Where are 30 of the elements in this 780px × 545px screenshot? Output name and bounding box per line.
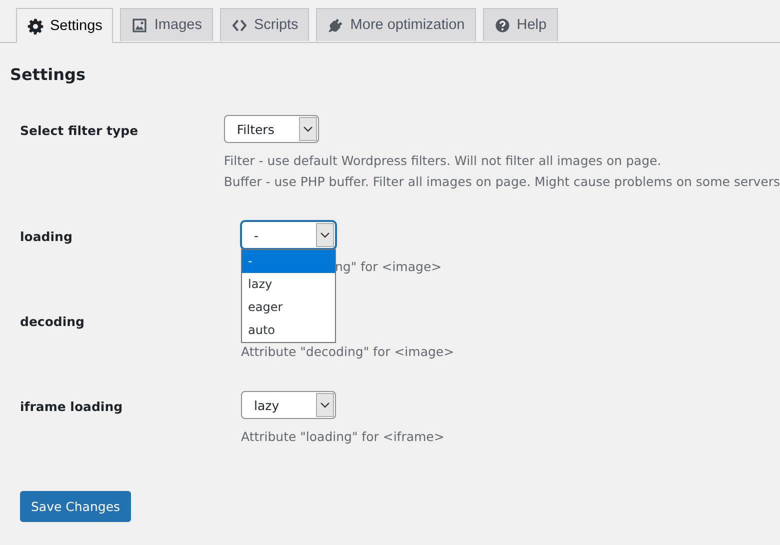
dropdown-option[interactable]: auto [242,319,335,342]
tab[interactable]: Scripts [220,8,310,41]
chevron-down-icon [316,393,334,417]
field-description: Buffer - use PHP buffer. Filter all images on page. Might cause problems on some servers [224,174,780,189]
tab[interactable]: Images [120,8,213,41]
field-description: ng" for <image> [335,259,442,274]
image-icon [131,16,148,34]
field-label: decoding [20,314,85,329]
select-field[interactable]: lazy [241,391,336,419]
select-field[interactable]: Filters [224,115,319,143]
dropdown-option[interactable]: eager [242,296,335,319]
gear-icon [27,18,44,34]
chevron-down-icon [316,223,334,247]
field-label: iframe loading [20,399,123,414]
tab[interactable]: Settings [16,8,114,43]
help-icon [494,16,511,34]
select-field[interactable]: - [241,221,336,249]
field-description: Filter - use default Wordpress filters. Will not filter all images on page. [224,153,662,168]
tab[interactable]: Help [482,8,558,41]
dropdown-option[interactable]: - [242,250,335,273]
tab[interactable]: More optimization [316,8,476,41]
chevron-down-icon [298,117,317,141]
field-description: Attribute "decoding" for <image> [241,344,456,359]
field-description: Attribute "loading" for <iframe> [241,429,446,444]
save-changes-button[interactable]: Save Changes [20,491,132,522]
field-label: Select filter type [20,123,138,138]
page-heading: Settings [10,65,87,85]
dropdown-option[interactable]: lazy [242,273,335,296]
plug-icon [327,16,344,34]
field-label: loading [20,229,72,244]
